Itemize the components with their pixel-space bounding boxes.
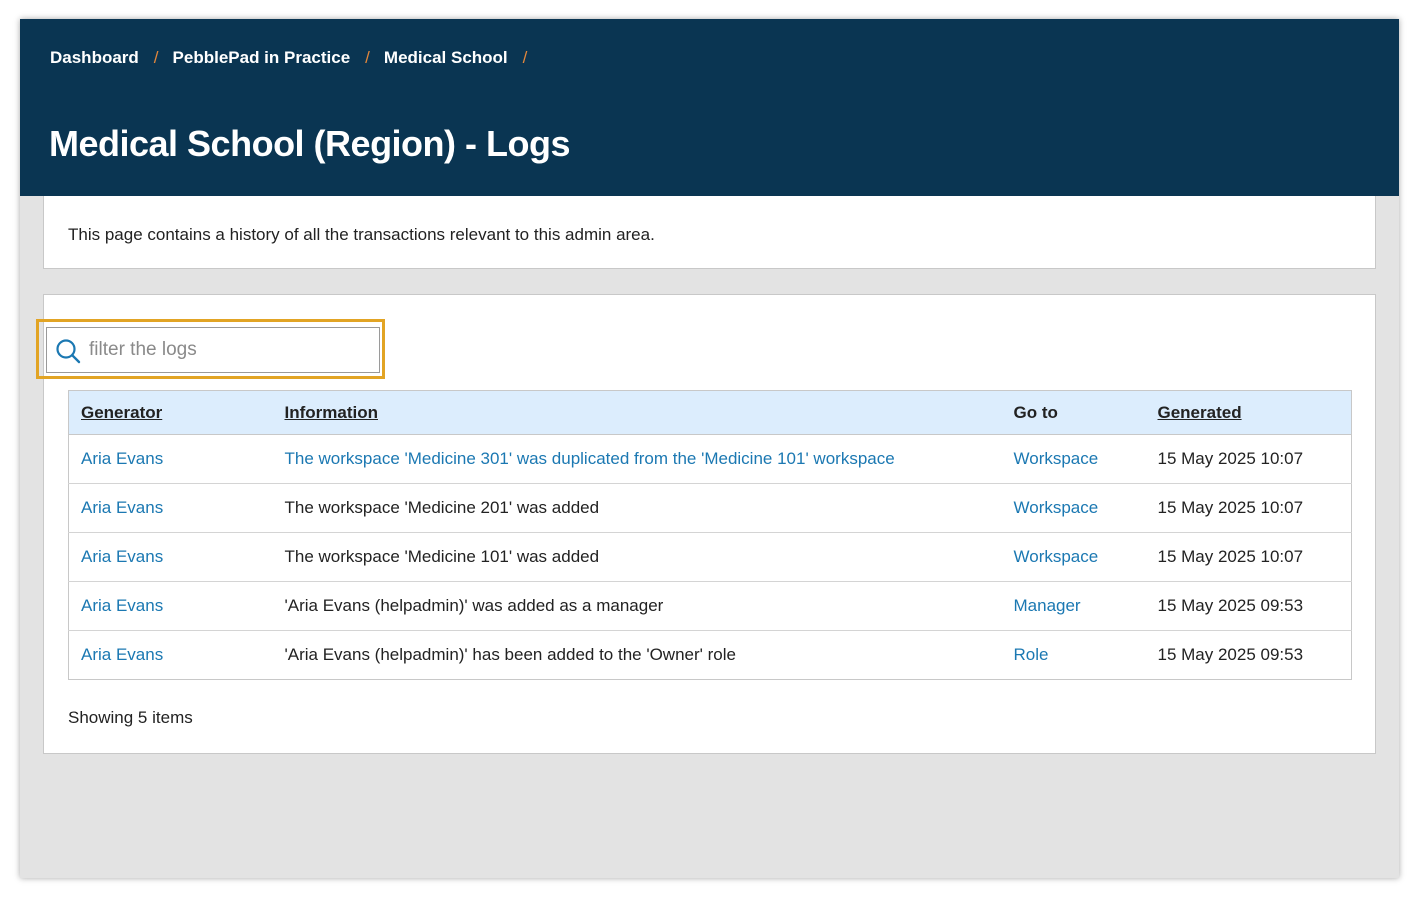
column-header-generator[interactable]: Generator: [68, 390, 273, 435]
goto-link[interactable]: Manager: [1014, 596, 1081, 615]
generator-link[interactable]: Aria Evans: [81, 596, 163, 615]
intro-text: This page contains a history of all the …: [68, 225, 655, 244]
generator-cell: Aria Evans: [68, 483, 273, 533]
goto-cell: Workspace: [1001, 434, 1146, 484]
column-header-generator-label[interactable]: Generator: [81, 403, 162, 422]
column-header-information[interactable]: Information: [272, 390, 1002, 435]
table-row: Aria Evans 'Aria Evans (helpadmin)' was …: [68, 581, 1352, 631]
goto-cell: Role: [1002, 631, 1146, 680]
generated-cell: 15 May 2025 10:07: [1145, 483, 1352, 533]
information-cell: The workspace 'Medicine 101' was added: [272, 532, 1002, 582]
generator-link[interactable]: Aria Evans: [81, 449, 163, 468]
goto-cell: Manager: [1001, 581, 1146, 631]
breadcrumb-separator: /: [153, 48, 159, 67]
information-link[interactable]: The workspace 'Medicine 301' was duplica…: [285, 449, 895, 468]
table-header-row: Generator Information Go to Generated: [68, 390, 1352, 435]
table-row: Aria Evans The workspace 'Medicine 201' …: [68, 483, 1352, 533]
generator-cell: Aria Evans: [68, 532, 273, 582]
breadcrumb-separator: /: [365, 48, 370, 67]
page-header: Dashboard / PebblePad in Practice / Medi…: [20, 19, 1399, 196]
search-field[interactable]: [46, 327, 380, 373]
breadcrumb-dashboard[interactable]: Dashboard: [50, 48, 139, 68]
goto-link[interactable]: Role: [1014, 645, 1049, 664]
app-window: Dashboard / PebblePad in Practice / Medi…: [20, 19, 1399, 878]
generated-cell: 15 May 2025 10:07: [1145, 532, 1352, 582]
generator-link[interactable]: Aria Evans: [81, 547, 163, 566]
generator-cell: Aria Evans: [68, 434, 273, 484]
search-input[interactable]: [87, 328, 377, 372]
search-icon: [56, 339, 81, 364]
information-cell: 'Aria Evans (helpadmin)' has been added …: [284, 645, 736, 664]
goto-link[interactable]: Workspace: [1014, 547, 1099, 566]
generated-cell: 15 May 2025 09:53: [1145, 581, 1352, 631]
page-title: Medical School (Region) - Logs: [49, 123, 571, 164]
goto-cell: Workspace: [1001, 483, 1146, 533]
table-row: Aria Evans The workspace 'Medicine 301' …: [68, 434, 1352, 484]
generator-link[interactable]: Aria Evans: [81, 498, 163, 517]
table-row: Aria Evans The workspace 'Medicine 101' …: [68, 532, 1352, 582]
table-row: Aria Evans 'Aria Evans (helpadmin)' has …: [69, 631, 1352, 680]
generated-cell: 15 May 2025 09:53: [1157, 645, 1304, 664]
column-header-information-label[interactable]: Information: [285, 403, 379, 422]
breadcrumb-medical-school[interactable]: Medical School: [384, 48, 508, 68]
goto-link[interactable]: Workspace: [1014, 498, 1099, 517]
breadcrumb-pebblepad-in-practice[interactable]: PebblePad in Practice: [173, 48, 351, 68]
generator-link[interactable]: Aria Evans: [81, 645, 163, 664]
column-header-goto: Go to: [1001, 390, 1146, 435]
column-header-goto-label: Go to: [1013, 402, 1058, 422]
column-header-generated[interactable]: Generated: [1145, 390, 1352, 435]
information-cell: The workspace 'Medicine 301' was duplica…: [272, 434, 1002, 484]
intro-panel: This page contains a history of all the …: [43, 196, 1376, 269]
goto-link[interactable]: Workspace: [1014, 449, 1099, 468]
generated-cell: 15 May 2025 10:07: [1145, 434, 1352, 484]
breadcrumb-separator: /: [522, 48, 528, 67]
information-cell: 'Aria Evans (helpadmin)' was added as a …: [272, 581, 1002, 631]
generator-cell: Aria Evans: [68, 581, 273, 631]
logs-table: Generator Information Go to Generated Ar…: [68, 390, 1352, 680]
generator-cell: Aria Evans: [69, 631, 273, 680]
items-count: Showing 5 items: [68, 708, 193, 727]
information-cell: The workspace 'Medicine 201' was added: [272, 483, 1002, 533]
breadcrumb: Dashboard / PebblePad in Practice / Medi…: [50, 48, 541, 68]
column-header-generated-label[interactable]: Generated: [1158, 403, 1242, 422]
logs-panel: Generator Information Go to Generated Ar…: [36, 294, 1376, 754]
goto-cell: Workspace: [1001, 532, 1146, 582]
